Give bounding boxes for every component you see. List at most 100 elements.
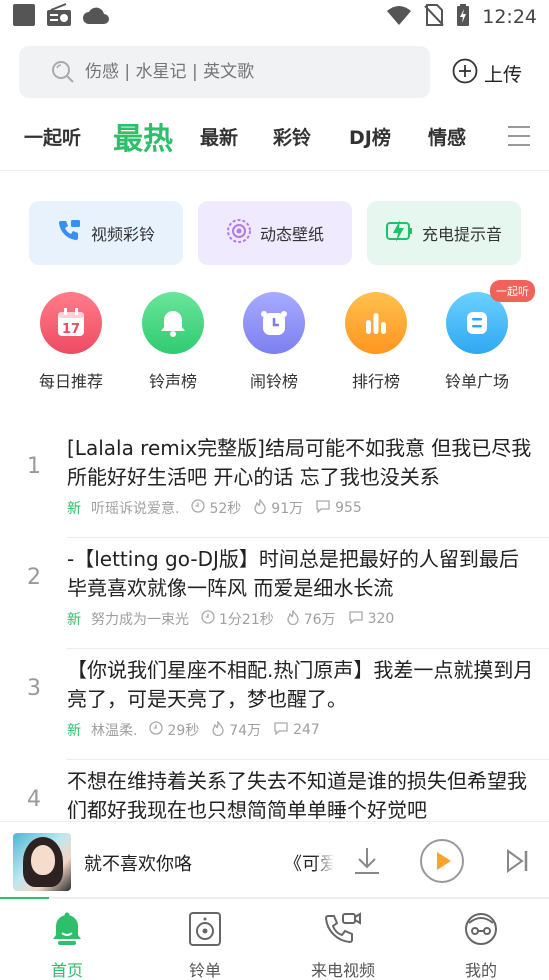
comments: 955 [315, 499, 362, 517]
song-meta: 新 听瑶诉说爱意. 52秒 91万 955 [67, 497, 362, 518]
nav-profile[interactable]: 我的 [436, 911, 526, 980]
tab-together[interactable]: 一起听 [24, 108, 81, 164]
charging-sound-card[interactable]: 充电提示音 [367, 201, 521, 265]
song-title: 不想在维持着关系了失去不知道是谁的损失但希望我们都好我现在也只想简简单单睡个好觉… [67, 769, 527, 821]
video-ringback-label: 视频彩铃 [90, 225, 155, 244]
nav-call-video-label: 来电视频 [310, 961, 375, 980]
tab-hottest[interactable]: 最热 [113, 108, 173, 164]
comments-value: 320 [367, 611, 395, 627]
tab-newest[interactable]: 最新 [200, 108, 238, 164]
likes: 74万 [211, 719, 261, 740]
list-item[interactable]: 3 【你说我们星座不相配.热门原声】我差一点就摸到月亮了，可是天亮了，梦也醒了。… [0, 650, 549, 760]
likes-value: 76万 [303, 612, 336, 628]
notification-square-icon [12, 3, 36, 31]
ranking-chart[interactable]: 排行榜 [331, 292, 421, 392]
playlist-square-label: 铃单广场 [444, 372, 509, 391]
next-song-title: 《可爱 [284, 854, 334, 875]
likes-value: 91万 [271, 501, 304, 517]
nav-playlist[interactable]: 铃单 [160, 911, 250, 980]
next-track-icon[interactable] [505, 848, 529, 878]
nav-home[interactable]: 首页 [22, 911, 112, 980]
duration: 52秒 [191, 498, 241, 518]
list-item[interactable]: 2 -【letting go-DJ版】时间总是把最好的人留到最后 毕竟喜欢就像一… [0, 539, 549, 649]
clock-icon [149, 721, 164, 739]
bottom-nav: 首页 铃单 来电视频 我的 [0, 899, 549, 980]
search-box[interactable] [19, 46, 430, 98]
rank-number: 2 [27, 565, 41, 590]
download-icon[interactable] [353, 846, 381, 880]
profile-icon [463, 911, 499, 951]
search-input[interactable] [85, 62, 385, 82]
upload-label: 上传 [484, 64, 523, 86]
category-tabs: 一起听 最热 最新 彩铃 DJ榜 情感 [0, 108, 549, 164]
clock: 12:24 [482, 6, 537, 28]
ranking-chart-label: 排行榜 [351, 372, 400, 391]
cloud-icon [82, 4, 110, 30]
ringtone-chart-label: 铃声榜 [148, 372, 197, 391]
duration: 1分21秒 [201, 609, 274, 629]
video-ringback-card[interactable]: 视频彩铃 [29, 201, 183, 265]
daily-recommend-label: 每日推荐 [38, 372, 103, 391]
search-icon [51, 60, 75, 84]
tab-ringback[interactable]: 彩铃 [273, 108, 311, 164]
duration-value: 29秒 [167, 723, 200, 739]
author-name: 听瑶诉说爱意. [91, 501, 180, 517]
tab-dj-chart[interactable]: DJ榜 [349, 108, 391, 164]
alarm-clock-icon [243, 292, 305, 354]
play-button[interactable] [419, 838, 465, 888]
tab-emotion[interactable]: 情感 [428, 108, 466, 164]
upload-button[interactable]: 上传 [452, 58, 522, 89]
rank-number: 1 [27, 454, 41, 479]
comments: 320 [348, 610, 395, 628]
duration-value: 1分21秒 [219, 612, 274, 628]
status-bar: 12:24 [0, 0, 549, 34]
duration-value: 52秒 [209, 501, 242, 517]
video-phone-icon [57, 218, 83, 248]
live-wallpaper-card[interactable]: 动态壁纸 [198, 201, 352, 265]
daily-recommend[interactable]: 17 每日推荐 [26, 292, 116, 392]
charging-icon [385, 218, 414, 248]
speaker-icon [188, 911, 222, 951]
divider [67, 537, 549, 538]
calendar-icon: 17 [40, 292, 102, 354]
live-wallpaper-label: 动态壁纸 [259, 225, 324, 244]
alarm-chart-label: 闹铃榜 [249, 372, 298, 391]
menu-icon[interactable] [507, 124, 531, 152]
playlist-square[interactable]: 一起听 铃单广场 [432, 280, 535, 392]
no-sim-icon [424, 3, 444, 31]
nav-home-label: 首页 [50, 961, 83, 980]
alarm-chart[interactable]: 闹铃榜 [229, 292, 319, 392]
phone-video-icon [323, 911, 363, 951]
ringtone-chart[interactable]: 铃声榜 [128, 292, 218, 392]
rank-number: 4 [27, 787, 41, 812]
charging-sound-label: 充电提示音 [421, 225, 502, 244]
duration: 29秒 [149, 720, 199, 740]
list-item[interactable]: 1 [Lalala remix完整版]结局可能不如我意 但我已尽我所能好好生活吧… [0, 428, 549, 538]
rank-number: 3 [27, 676, 41, 701]
live-wallpaper-icon [226, 218, 252, 248]
search-row: 上传 [0, 44, 549, 100]
divider [0, 170, 549, 171]
comment-icon [273, 721, 289, 739]
nav-call-video[interactable]: 来电视频 [298, 911, 388, 980]
divider [67, 648, 549, 649]
song-title: 【你说我们星座不相配.热门原声】我差一点就摸到月亮了，可是天亮了，梦也醒了。 [67, 658, 534, 711]
mini-player[interactable]: 就不喜欢你咯 《可爱 [0, 821, 549, 899]
album-cover[interactable] [13, 833, 71, 891]
comment-icon [315, 499, 331, 517]
comments: 247 [273, 721, 320, 739]
likes: 91万 [253, 497, 304, 518]
nav-playlist-label: 铃单 [188, 961, 221, 980]
author-name: 林温柔. [91, 723, 138, 739]
list-item[interactable]: 4 不想在维持着关系了失去不知道是谁的损失但希望我们都好我现在也只想简简单单睡个… [0, 761, 549, 821]
wifi-icon [386, 4, 412, 30]
flame-icon [253, 497, 267, 518]
comments-value: 247 [293, 722, 320, 738]
comments-value: 955 [335, 500, 362, 516]
svg-text:17: 17 [62, 322, 80, 337]
bell-icon [142, 292, 204, 354]
likes: 76万 [286, 608, 336, 629]
flame-icon [211, 719, 225, 740]
clock-icon [201, 610, 215, 628]
author-name: 努力成为一束光 [91, 612, 189, 628]
